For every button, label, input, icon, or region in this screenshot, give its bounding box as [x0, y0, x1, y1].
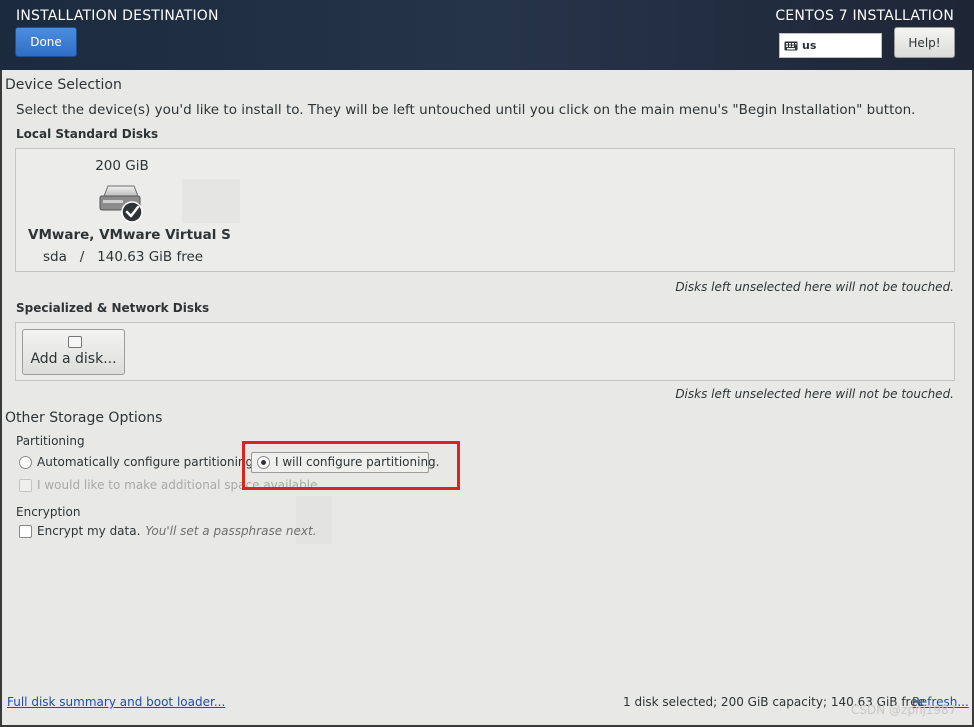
manual-partitioning-option[interactable]: I will configure partitioning.	[257, 455, 439, 469]
spoke-title: INSTALLATION DESTINATION	[16, 8, 219, 24]
disk-size: 200 GiB	[95, 158, 149, 174]
disk-summary-link[interactable]: Full disk summary and boot loader...	[7, 695, 225, 709]
specialized-disks-note: Disks left unselected here will not be t…	[675, 387, 954, 401]
partitioning-label: Partitioning	[16, 434, 85, 448]
keyboard-layout-label: us	[802, 39, 817, 52]
add-disk-button[interactable]: Add a disk...	[22, 329, 125, 375]
window-edge-left	[0, 70, 2, 727]
encrypt-label: Encrypt my data.	[37, 524, 141, 538]
device-instructions: Select the device(s) you'd like to insta…	[16, 102, 916, 118]
disk-selection-shadow	[182, 179, 240, 223]
keyboard-icon	[784, 41, 798, 50]
auto-partitioning-label: Automatically configure partitioning.	[37, 455, 257, 469]
local-disks-label: Local Standard Disks	[16, 127, 159, 141]
add-disk-label: Add a disk...	[30, 351, 117, 367]
watermark-text: CSDN @zpnj1987	[851, 703, 957, 717]
disk-name: VMware, VMware Virtual S	[28, 227, 231, 243]
local-disks-panel: 200 GiB VMware, VMware Virtual S sda / 1…	[15, 148, 955, 272]
encrypt-option[interactable]: Encrypt my data. You'll set a passphrase…	[19, 524, 317, 538]
additional-space-option: I would like to make additional space av…	[19, 478, 321, 492]
header-bar: INSTALLATION DESTINATION Done CENTOS 7 I…	[0, 0, 974, 70]
specialized-disks-label: Specialized & Network Disks	[16, 301, 210, 315]
auto-partitioning-radio[interactable]	[19, 455, 32, 469]
device-selection-title: Device Selection	[5, 77, 122, 93]
encrypt-hint: You'll set a passphrase next.	[145, 524, 317, 538]
keyboard-layout-indicator[interactable]: us	[779, 33, 882, 58]
manual-partitioning-radio[interactable]	[257, 455, 270, 469]
disk-device-free: sda / 140.63 GiB free	[43, 249, 204, 265]
local-disks-note: Disks left unselected here will not be t…	[675, 280, 954, 294]
help-button[interactable]: Help!	[894, 27, 955, 58]
auto-partitioning-option[interactable]: Automatically configure partitioning.	[19, 455, 257, 469]
additional-space-checkbox	[19, 478, 32, 492]
additional-space-label: I would like to make additional space av…	[37, 478, 322, 492]
done-button[interactable]: Done	[15, 27, 77, 57]
encrypt-checkbox[interactable]	[19, 524, 32, 538]
disk-add-icon	[68, 336, 82, 348]
other-storage-title: Other Storage Options	[5, 410, 163, 426]
hard-disk-icon	[99, 185, 143, 223]
specialized-disks-panel: Add a disk...	[15, 322, 955, 381]
product-title: CENTOS 7 INSTALLATION	[775, 8, 954, 24]
manual-partitioning-label: I will configure partitioning.	[275, 455, 440, 469]
encryption-label: Encryption	[16, 505, 81, 519]
